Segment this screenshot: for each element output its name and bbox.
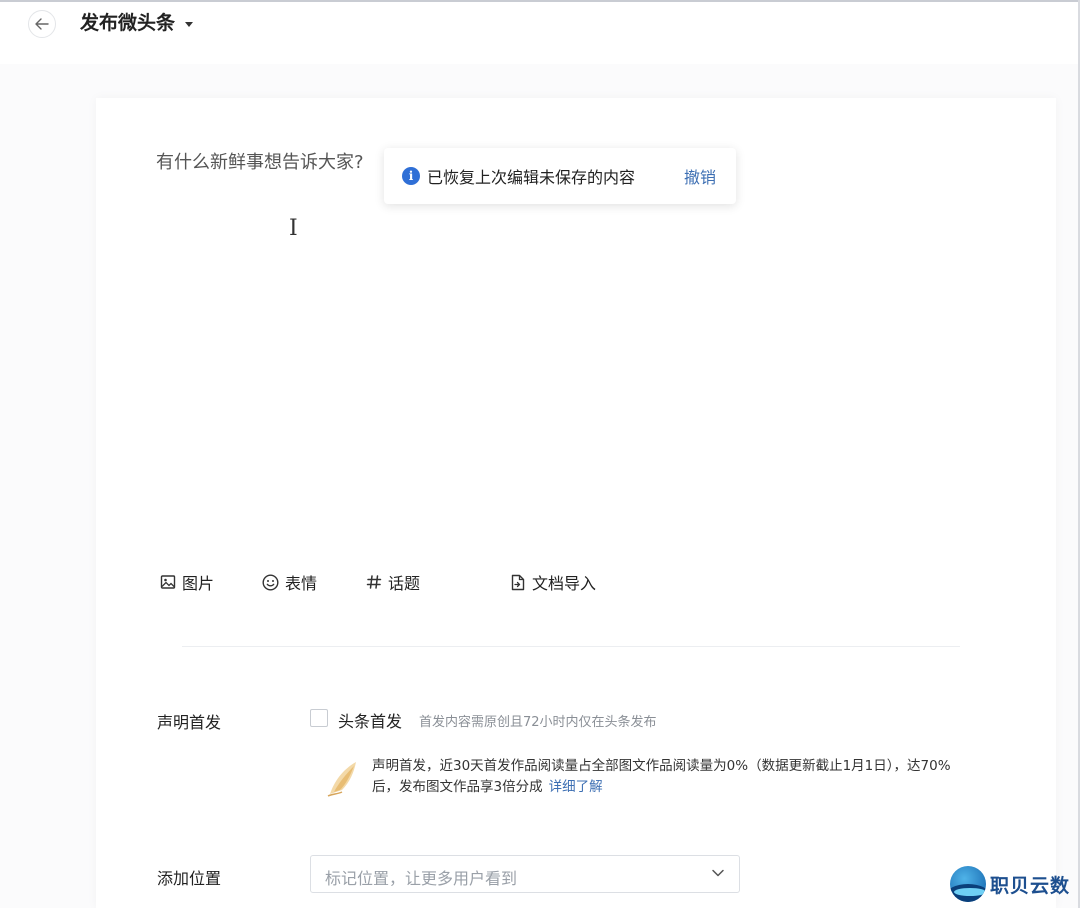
tool-label-topic: 话题 <box>388 574 421 593</box>
declaration-label: 声明首发 <box>157 713 222 732</box>
first-publish-banner: 声明首发，近30天首发作品阅读量占全部图文作品阅读量为0%（数据更新截止1月1日… <box>316 748 962 806</box>
tool-label-image: 图片 <box>182 574 215 593</box>
image-icon <box>160 575 176 589</box>
insert-image-button[interactable]: 图片 <box>160 570 214 594</box>
insert-topic-button[interactable]: 话题 <box>366 570 420 594</box>
tool-label-document-import: 文档导入 <box>532 574 597 593</box>
restore-toast: i 已恢复上次编辑未保存的内容 撤销 <box>384 148 736 204</box>
watermark: 职贝云数 <box>950 864 1078 904</box>
page: 发布微头条 有什么新鲜事想告诉大家? I i 已恢复上次编辑未保存的内容 撤销 … <box>0 0 1080 908</box>
location-select[interactable]: 标记位置，让更多用户看到 <box>310 855 740 893</box>
header-bar: 发布微头条 <box>0 2 1078 64</box>
reward-illustration-icon <box>327 762 356 797</box>
info-icon: i <box>402 167 420 185</box>
publish-type-dropdown[interactable]: 发布微头条 <box>80 10 194 36</box>
first-publish-checkbox[interactable] <box>310 709 328 727</box>
section-divider <box>182 646 960 647</box>
banner-message: 声明首发，近30天首发作品阅读量占全部图文作品阅读量为0%（数据更新截止1月1日… <box>372 758 951 795</box>
toast-message: 已恢复上次编辑未保存的内容 <box>427 168 636 187</box>
import-document-button[interactable]: 文档导入 <box>510 570 596 594</box>
location-label: 添加位置 <box>157 869 222 888</box>
first-publish-hint: 首发内容需原创且72小时内仅在头条发布 <box>419 715 657 730</box>
learn-more-link[interactable]: 详细了解 <box>549 779 603 795</box>
insert-emoji-button[interactable]: 表情 <box>262 570 317 594</box>
undo-button[interactable]: 撤销 <box>684 164 716 188</box>
hashtag-icon <box>366 575 382 589</box>
tool-label-emoji: 表情 <box>285 574 318 593</box>
page-title: 发布微头条 <box>80 12 176 34</box>
first-publish-checkbox-label[interactable]: 头条首发 <box>338 708 402 732</box>
location-placeholder: 标记位置，让更多用户看到 <box>325 869 518 888</box>
editor-placeholder: 有什么新鲜事想告诉大家? <box>156 152 364 173</box>
text-cursor-icon: I <box>289 216 298 241</box>
watermark-text: 职贝云数 <box>990 874 1071 897</box>
document-import-icon <box>511 574 525 590</box>
back-button[interactable] <box>28 10 56 38</box>
caret-down-icon <box>185 21 194 27</box>
banner-text-block: 声明首发，近30天首发作品阅读量占全部图文作品阅读量为0%（数据更新截止1月1日… <box>372 756 972 798</box>
emoji-icon <box>262 573 279 591</box>
chevron-down-icon <box>712 869 724 877</box>
arrow-left-icon <box>35 18 49 30</box>
watermark-logo-icon <box>950 866 986 902</box>
